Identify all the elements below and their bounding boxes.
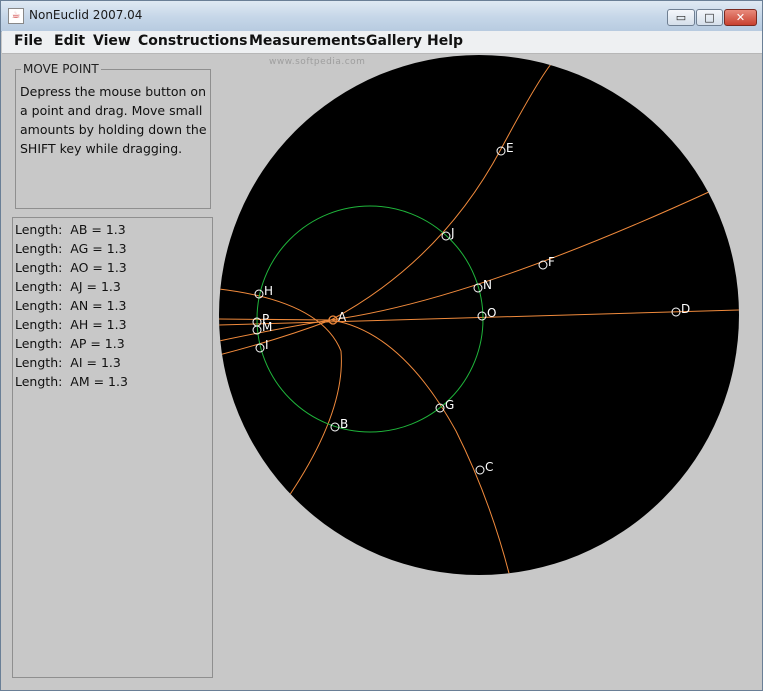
mode-instructions: Depress the mouse button on a point and … (20, 84, 207, 156)
menu-help[interactable]: Help (427, 33, 463, 49)
menu-measurements[interactable]: Measurements (249, 33, 366, 49)
measurement-value: AB = 1.3 (70, 222, 126, 237)
menu-edit[interactable]: Edit (54, 33, 85, 49)
point-label: H (264, 284, 273, 298)
measurement-value: AG = 1.3 (70, 241, 127, 256)
java-app-icon: ☕ (8, 8, 24, 24)
measurements-panel[interactable]: Length: AB = 1.3 Length: AG = 1.3 Length… (12, 217, 213, 678)
point-label: I (265, 338, 269, 352)
measurement-label: Length: (15, 336, 63, 351)
measurement-label: Length: (15, 298, 63, 313)
measurement-label: Length: (15, 222, 63, 237)
measurement-row[interactable]: Length: AN = 1.3 (15, 296, 128, 315)
measurement-row[interactable]: Length: AH = 1.3 (15, 315, 128, 334)
menu-view[interactable]: View (93, 33, 131, 49)
measurement-row[interactable]: Length: AG = 1.3 (15, 239, 128, 258)
menu-constructions[interactable]: Constructions (138, 33, 247, 49)
point-label: E (506, 141, 514, 155)
measurement-row[interactable]: Length: AB = 1.3 (15, 220, 128, 239)
window-title: NonEuclid 2007.04 (29, 8, 143, 22)
measurement-value: AH = 1.3 (70, 317, 127, 332)
app-window: ☕ NonEuclid 2007.04 ▭ □ ✕ File Edit View… (0, 0, 763, 691)
point-label: J (450, 226, 455, 240)
point-label: C (485, 460, 493, 474)
point-label: O (487, 306, 496, 320)
mode-panel: MOVE POINT Depress the mouse button on a… (15, 63, 211, 209)
measurement-row[interactable]: Length: AJ = 1.3 (15, 277, 128, 296)
measurement-label: Length: (15, 241, 63, 256)
measurement-label: Length: (15, 317, 63, 332)
minimize-button[interactable]: ▭ (667, 9, 695, 26)
poincare-disk[interactable] (219, 55, 739, 575)
measurement-label: Length: (15, 374, 63, 389)
measurement-label: Length: (15, 260, 63, 275)
mode-panel-title: MOVE POINT (21, 62, 101, 76)
point-label: A (338, 310, 347, 324)
measurement-row[interactable]: Length: AI = 1.3 (15, 353, 128, 372)
menu-bar: File Edit View Constructions Measurement… (2, 31, 762, 54)
close-button[interactable]: ✕ (724, 9, 757, 26)
menu-file[interactable]: File (14, 33, 43, 49)
maximize-button[interactable]: □ (696, 9, 723, 26)
measurements-list: Length: AB = 1.3 Length: AG = 1.3 Length… (15, 220, 128, 391)
measurement-label: Length: (15, 355, 63, 370)
measurement-value: AM = 1.3 (70, 374, 128, 389)
measurement-row[interactable]: Length: AP = 1.3 (15, 334, 128, 353)
point-label: G (445, 398, 454, 412)
point-label: D (681, 302, 690, 316)
measurement-value: AN = 1.3 (70, 298, 127, 313)
menu-gallery[interactable]: Gallery (366, 33, 422, 49)
point-label: F (548, 255, 555, 269)
measurement-value: AI = 1.3 (70, 355, 121, 370)
poincare-disk-canvas[interactable]: A E J F N O D H P M I G B C (216, 53, 761, 685)
measurement-value: AP = 1.3 (70, 336, 125, 351)
measurement-row[interactable]: Length: AO = 1.3 (15, 258, 128, 277)
point-label: M (262, 320, 272, 334)
point-label: N (483, 278, 492, 292)
title-bar[interactable]: ☕ NonEuclid 2007.04 ▭ □ ✕ (1, 1, 762, 32)
measurement-value: AO = 1.3 (70, 260, 127, 275)
measurement-value: AJ = 1.3 (70, 279, 121, 294)
measurement-label: Length: (15, 279, 63, 294)
point-label: B (340, 417, 348, 431)
measurement-row[interactable]: Length: AM = 1.3 (15, 372, 128, 391)
